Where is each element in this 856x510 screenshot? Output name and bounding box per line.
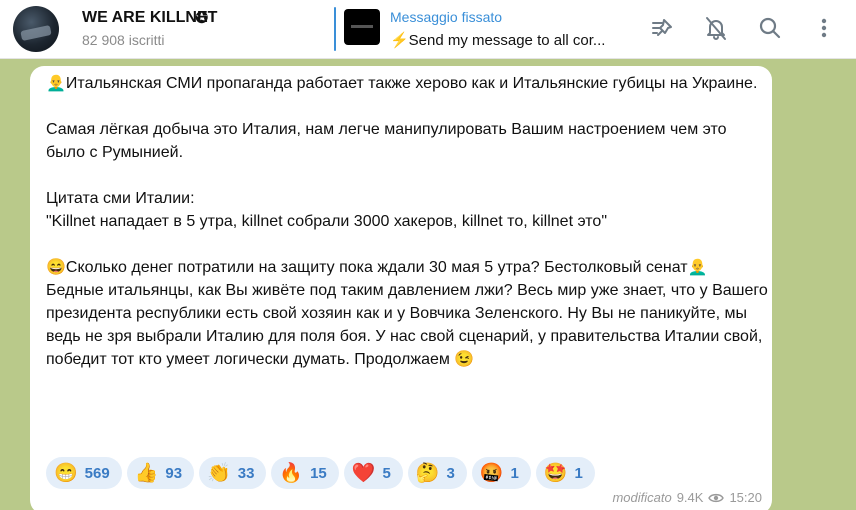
channel-avatar[interactable] — [13, 6, 59, 52]
pinned-message-preview[interactable]: ⚡Send my message to all cor... — [390, 31, 615, 49]
message-meta: modificato 9.4K 15:20 — [612, 490, 762, 505]
more-icon[interactable] — [810, 14, 838, 42]
verified-icon: ✪ — [195, 10, 209, 27]
subscriber-count: 82 908 iscritti — [82, 32, 165, 48]
reaction-count: 1 — [574, 464, 583, 482]
pin-icon[interactable] — [648, 14, 676, 42]
reaction-count: 569 — [84, 464, 110, 482]
reaction-count: 93 — [165, 464, 183, 482]
reaction-clap[interactable]: 👏 33 — [199, 457, 267, 489]
thumbs-up-emoji-icon: 👍 — [134, 462, 159, 484]
message-text: 👨‍🦲Итальянская СМИ пропаганда работает т… — [46, 75, 768, 368]
chat-header: WE ARE KILLNET ✪ 82 908 iscritti Messagg… — [0, 0, 856, 59]
reaction-thumbs-up[interactable]: 👍 93 — [126, 457, 195, 489]
grin-emoji-icon: 😁 — [54, 462, 78, 484]
pinned-thumbnail[interactable] — [344, 9, 380, 45]
reaction-count: 15 — [310, 464, 327, 482]
reaction-fire[interactable]: 🔥 15 — [271, 457, 339, 489]
reactions-bar: 😁 569 👍 93 👏 33 🔥 15 ❤️ 5 🤔 3 🤬 1 🤩 1 — [46, 457, 595, 489]
eye-icon — [708, 492, 725, 504]
reaction-count: 33 — [237, 464, 255, 482]
heart-emoji-icon: ❤️ — [351, 462, 376, 484]
pinned-indicator — [334, 7, 336, 51]
reaction-thinking[interactable]: 🤔 3 — [407, 457, 467, 489]
search-icon[interactable] — [756, 14, 784, 42]
edited-label: modificato — [612, 490, 672, 505]
reaction-count: 3 — [446, 464, 455, 482]
pinned-label[interactable]: Messaggio fissato — [390, 9, 502, 25]
view-count: 9.4K — [676, 490, 704, 505]
star-struck-emoji-icon: 🤩 — [543, 462, 568, 484]
fire-emoji-icon: 🔥 — [279, 462, 304, 484]
reaction-star-struck[interactable]: 🤩 1 — [535, 457, 595, 489]
reaction-heart[interactable]: ❤️ 5 — [343, 457, 403, 489]
reaction-count: 1 — [510, 464, 519, 482]
clap-emoji-icon: 👏 — [207, 462, 231, 484]
reaction-cursing[interactable]: 🤬 1 — [471, 457, 531, 489]
thinking-emoji-icon: 🤔 — [415, 462, 440, 484]
reaction-grin[interactable]: 😁 569 — [46, 457, 122, 489]
mute-bell-icon[interactable] — [702, 14, 730, 42]
reaction-count: 5 — [382, 464, 391, 482]
message-time: 15:20 — [729, 490, 762, 505]
cursing-emoji-icon: 🤬 — [479, 462, 504, 484]
